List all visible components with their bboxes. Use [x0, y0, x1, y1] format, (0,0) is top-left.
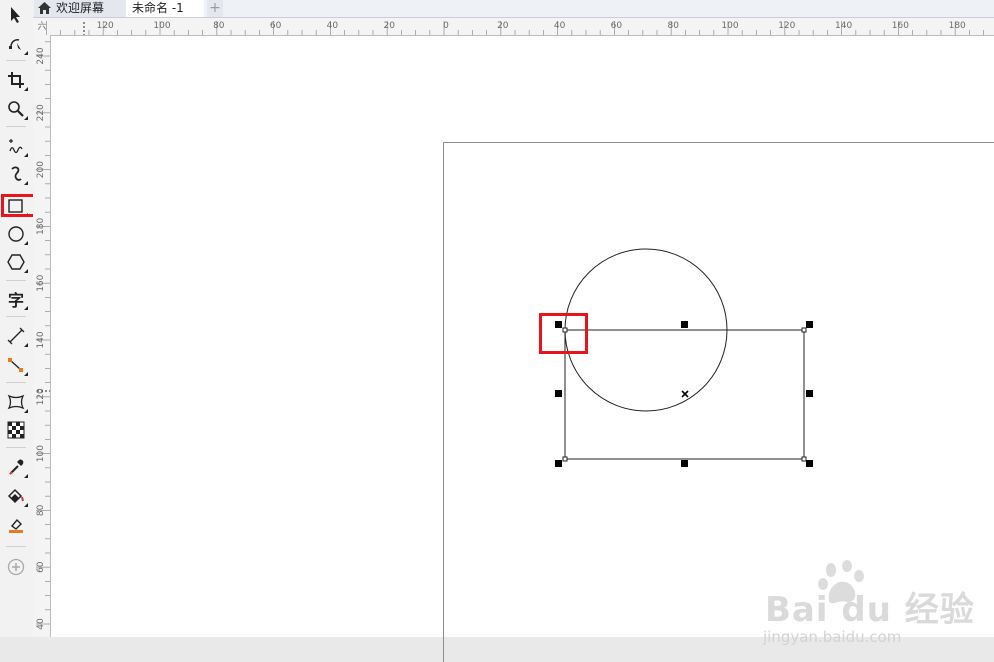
toolbox-separator — [6, 280, 26, 281]
toolbox-separator — [6, 447, 26, 448]
ruler-label: 140 — [36, 331, 46, 348]
ruler-label: 140 — [835, 21, 852, 31]
selection-handle-top-middle[interactable] — [681, 321, 688, 328]
tab-document[interactable]: 未命名 -1 — [126, 0, 204, 17]
ruler-label: 20 — [497, 21, 509, 31]
toolbox-separator — [6, 316, 26, 317]
toolbox-separator — [6, 546, 26, 547]
ruler-label: 40 — [327, 21, 339, 31]
ruler-label: 120 — [97, 21, 114, 31]
interactive-fill-tool-icon[interactable] — [4, 484, 28, 508]
ruler-corner-label: 六 — [37, 20, 46, 32]
tab-document-label: 未命名 -1 — [132, 1, 184, 15]
polygon-tool-icon[interactable] — [4, 250, 28, 274]
ruler-label: 120 — [778, 21, 795, 31]
artistic-media-tool-icon[interactable] — [4, 162, 28, 186]
ruler-label: 200 — [36, 161, 46, 178]
selection-handle-bottom-left[interactable] — [555, 460, 562, 467]
crop-tool-icon[interactable] — [4, 68, 28, 92]
selection-handle-bottom-right[interactable] — [806, 460, 813, 467]
selection-handle-middle-right[interactable] — [806, 390, 813, 397]
ruler-label: 20 — [383, 21, 395, 31]
ruler-label: 80 — [667, 21, 679, 31]
transparency-tool-icon[interactable] — [4, 418, 28, 442]
plus-icon: + — [209, 0, 221, 16]
shape-tool-icon[interactable] — [4, 32, 28, 56]
vertical-ruler[interactable]: 240 220 200 180 160 140 120 100 80 60 40 — [33, 35, 51, 637]
vertical-ruler-ticks: 240220200180160140120100806040 — [36, 41, 50, 630]
ruler-label: 60 — [611, 21, 623, 31]
ruler-label: 100 — [153, 21, 170, 31]
freehand-tool-icon[interactable] — [4, 134, 28, 158]
watermark-url: jingyan.baidu.com — [763, 628, 902, 646]
ruler-label: 100 — [721, 21, 738, 31]
ruler-label: 180 — [36, 218, 46, 235]
connector-tool-icon[interactable] — [4, 353, 28, 377]
ruler-label: 160 — [36, 274, 46, 291]
home-icon — [38, 2, 51, 14]
toolbox: 字 — [0, 0, 39, 637]
text-tool-icon[interactable]: 字 — [4, 287, 28, 311]
add-tool-icon[interactable] — [4, 555, 28, 579]
ruler-label: 100 — [36, 445, 46, 462]
ruler-label: 80 — [36, 504, 46, 516]
ellipse-tool-icon[interactable] — [4, 222, 28, 246]
ruler-label: 240 — [36, 47, 46, 64]
ruler-label: 160 — [892, 21, 909, 31]
drawing-canvas[interactable]: Bai du 经验 jingyan.baidu.com — [51, 36, 994, 662]
selection-handle-top-right[interactable] — [806, 321, 813, 328]
ruler-label: 60 — [270, 21, 282, 31]
toolbox-separator — [6, 126, 26, 127]
ruler-label: 60 — [36, 561, 46, 573]
watermark-brand: Bai du 经验 — [765, 590, 975, 630]
horizontal-ruler-ticks: 120 100 80 60 40 20 0 20 40 60 80 100 120 140 160 180 六 — [37, 20, 984, 35]
toolbox-separator — [6, 60, 26, 61]
horizontal-ruler[interactable]: 120 100 80 60 40 20 0 20 40 60 80 100 120 140 160 180 六 — [33, 18, 994, 36]
selection-handle-bottom-middle[interactable] — [681, 460, 688, 467]
center-marker-icon — [681, 390, 689, 398]
toolbox-separator — [6, 382, 26, 383]
envelope-tool-icon[interactable] — [4, 390, 28, 414]
ruler-label: 0 — [443, 21, 449, 31]
ruler-label: 220 — [36, 104, 46, 121]
tab-welcome-label: 欢迎屏幕 — [56, 1, 105, 15]
pick-tool-icon[interactable] — [4, 3, 28, 27]
add-tab-button[interactable]: + — [207, 0, 223, 17]
drawing-shapes — [562, 248, 807, 462]
ruler-label: 40 — [554, 21, 566, 31]
selection-handle-middle-left[interactable] — [555, 390, 562, 397]
text-tool-glyph: 字 — [7, 291, 24, 310]
ruler-label: 180 — [949, 21, 966, 31]
ruler-label: 40 — [36, 618, 46, 630]
ruler-label: 80 — [213, 21, 225, 31]
zoom-tool-icon[interactable] — [4, 97, 28, 121]
smart-fill-tool-icon[interactable] — [4, 513, 28, 537]
dimension-tool-icon[interactable] — [4, 324, 28, 348]
eyedropper-tool-icon[interactable] — [4, 455, 28, 479]
tab-welcome-screen[interactable]: 欢迎屏幕 — [34, 0, 126, 17]
anchor-highlight — [539, 313, 588, 354]
